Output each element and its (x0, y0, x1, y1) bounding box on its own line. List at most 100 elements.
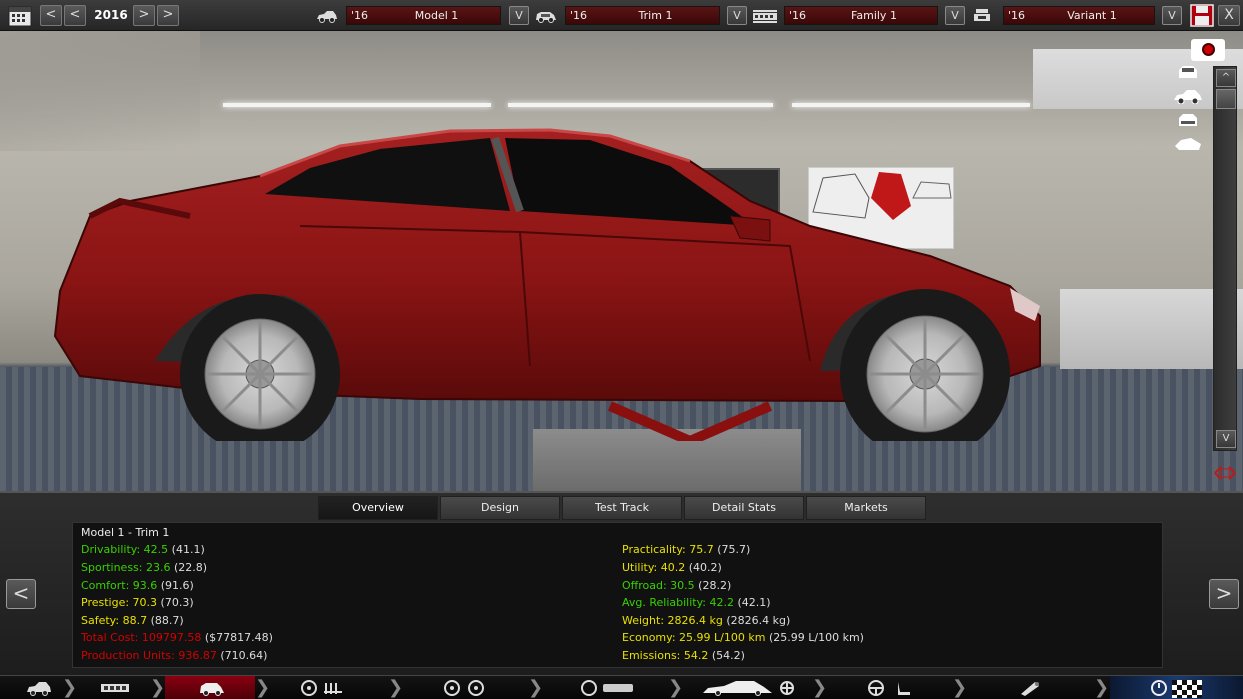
ceiling-light (792, 103, 1030, 107)
info-panel: Overview Design Test Track Detail Stats … (0, 491, 1243, 675)
stage-separator-icon: ❯ (255, 677, 271, 698)
stat-emissions: Emissions: 54.2 (54.2) (622, 649, 745, 663)
body-design-icon (703, 681, 794, 696)
next-panel-button[interactable]: > (1209, 579, 1239, 609)
stage-fuel-system[interactable] (1015, 676, 1045, 699)
stat-production-units: Production Units: 936.87 (710.64) (81, 649, 267, 663)
stage-separator-icon: ❯ (62, 677, 78, 698)
stat-reference: (91.6) (160, 579, 194, 592)
stat-comfort: Comfort: 93.6 (91.6) (81, 579, 194, 593)
fuel-system-icon (1021, 682, 1039, 696)
year-forward-button[interactable]: > (133, 5, 155, 26)
family-dropdown-button[interactable]: V (945, 6, 965, 25)
save-icon[interactable] (1190, 4, 1214, 27)
family-year: '16 (789, 9, 807, 22)
tab-detail-stats[interactable]: Detail Stats (684, 496, 804, 520)
model-name: Model 1 (414, 9, 459, 22)
engine-icon (301, 680, 342, 696)
previous-panel-button[interactable]: < (6, 579, 36, 609)
overview-stats: Model 1 - Trim 1 Drivability: 42.5 (41.1… (72, 522, 1163, 668)
scroll-thumb[interactable] (1216, 89, 1236, 109)
stat-value: Utility: 40.2 (622, 561, 686, 574)
stat-reference: (25.99 L/100 km) (768, 631, 864, 644)
stat-reference: (70.3) (160, 596, 194, 609)
year-display: 2016 (94, 8, 128, 22)
chassis-icon (444, 680, 484, 696)
trim-selector[interactable]: '16 Trim 1 (565, 6, 720, 25)
front-view-icon[interactable] (1173, 64, 1203, 80)
stat-drivability: Drivability: 42.5 (41.1) (81, 543, 205, 557)
stat-economy: Economy: 25.99 L/100 km (25.99 L/100 km) (622, 631, 864, 645)
stat-total-cost: Total Cost: 109797.58 ($77817.48) (81, 631, 273, 645)
calendar-icon[interactable] (8, 4, 32, 27)
stat-value: Drivability: 42.5 (81, 543, 169, 556)
stage-interior[interactable] (860, 676, 920, 699)
interior-icon (868, 680, 910, 696)
stage-test-track[interactable] (1110, 676, 1243, 699)
stat-reference: (40.2) (688, 561, 722, 574)
family-icon (101, 684, 129, 692)
stat-value: Production Units: 936.87 (81, 649, 217, 662)
family-name: Family 1 (851, 9, 897, 22)
model-dropdown-button[interactable]: V (509, 6, 529, 25)
stat-offroad: Offroad: 30.5 (28.2) (622, 579, 731, 593)
engine-variant-icon (974, 9, 990, 21)
stage-body-design[interactable] (700, 676, 800, 699)
design-stage-nav: ❯ ❯ ❯ ❯ ❯ ❯ ❯ ❯ ❯ (0, 675, 1243, 699)
stage-trim[interactable] (165, 676, 255, 699)
stage-separator-icon: ❯ (1094, 677, 1110, 698)
car-viewport[interactable]: ^ V (0, 31, 1243, 491)
variant-year: '16 (1008, 9, 1026, 22)
stat-safety: Safety: 88.7 (88.7) (81, 614, 184, 628)
stat-reference: (88.7) (150, 614, 184, 627)
stat-value: Offroad: 30.5 (622, 579, 695, 592)
stat-weight: Weight: 2826.4 kg (2826.4 kg) (622, 614, 790, 628)
stat-value: Practicality: 75.7 (622, 543, 714, 556)
model-selector[interactable]: '16 Model 1 (346, 6, 501, 25)
stat-value: Weight: 2826.4 kg (622, 614, 723, 627)
stat-reference: (2826.4 kg) (726, 614, 791, 627)
stat-value: Sportiness: 23.6 (81, 561, 171, 574)
rear-view-icon[interactable] (1173, 112, 1203, 128)
tab-design[interactable]: Design (440, 496, 560, 520)
stage-suspension[interactable] (577, 676, 637, 699)
suspension-icon (581, 680, 633, 696)
tab-test-track[interactable]: Test Track (562, 496, 682, 520)
year-forward-fast-button[interactable]: > (157, 5, 179, 26)
top-toolbar: < < 2016 > > '16 Model 1 V '16 Trim 1 V … (0, 0, 1243, 31)
stage-chassis[interactable] (440, 676, 490, 699)
stage-separator-icon: ❯ (388, 677, 404, 698)
ceiling-light (508, 103, 773, 107)
tab-overview[interactable]: Overview (318, 496, 438, 520)
year-back-button[interactable]: < (64, 5, 86, 26)
view-scrollbar[interactable]: ^ V (1213, 66, 1237, 451)
side-view-icon[interactable] (1173, 88, 1203, 104)
stat-reference: (710.64) (220, 649, 268, 662)
expand-view-icon[interactable] (1213, 463, 1237, 483)
car-model[interactable] (50, 116, 1060, 441)
stat-reference: (75.7) (717, 543, 751, 556)
trim-name: Trim 1 (638, 9, 673, 22)
stage-engine[interactable] (295, 676, 355, 699)
year-back-fast-button[interactable]: < (40, 5, 62, 26)
stage-separator-icon: ❯ (668, 677, 684, 698)
trim-dropdown-button[interactable]: V (727, 6, 747, 25)
close-button[interactable]: X (1218, 5, 1240, 26)
stat-reference: (42.1) (737, 596, 771, 609)
scroll-up-button[interactable]: ^ (1216, 69, 1236, 87)
stat-value: Safety: 88.7 (81, 614, 148, 627)
scroll-down-button[interactable]: V (1216, 430, 1236, 448)
tab-markets[interactable]: Markets (806, 496, 926, 520)
engine-family-icon (753, 10, 777, 23)
stat-value: Avg. Reliability: 42.2 (622, 596, 735, 609)
variant-dropdown-button[interactable]: V (1162, 6, 1182, 25)
model-year: '16 (351, 9, 369, 22)
family-selector[interactable]: '16 Family 1 (784, 6, 938, 25)
stat-value: Economy: 25.99 L/100 km (622, 631, 766, 644)
variant-selector[interactable]: '16 Variant 1 (1003, 6, 1155, 25)
camera-icon[interactable] (1191, 39, 1225, 61)
game-screen: < < 2016 > > '16 Model 1 V '16 Trim 1 V … (0, 0, 1243, 699)
stat-utility: Utility: 40.2 (40.2) (622, 561, 722, 575)
perspective-view-icon[interactable] (1173, 136, 1203, 152)
model-icon (27, 682, 51, 696)
